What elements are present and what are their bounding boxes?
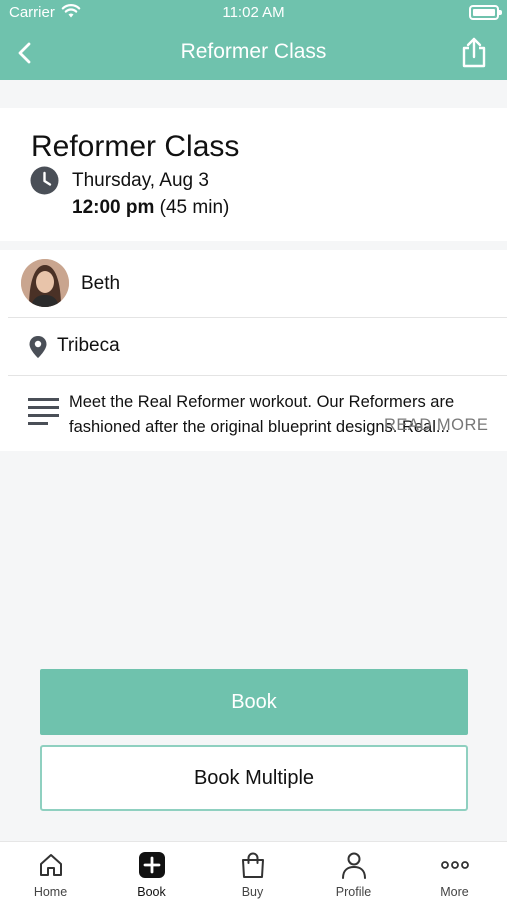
page-title: Reformer Class <box>180 40 327 63</box>
class-time: 12:00 pm (45 min) <box>72 197 229 219</box>
person-icon <box>341 852 366 879</box>
share-icon[interactable] <box>459 36 489 68</box>
nav-bar: Reformer Class <box>0 26 507 80</box>
class-details-card: Beth Tribeca Meet the Real Reformer work… <box>0 250 507 451</box>
home-icon <box>39 854 62 876</box>
location-name: Tribeca <box>57 335 120 356</box>
location-row[interactable]: Tribeca <box>8 318 507 376</box>
description-lines-icon <box>28 398 59 425</box>
tab-more[interactable]: More <box>404 842 505 900</box>
avatar <box>21 259 69 307</box>
clock-icon <box>30 166 59 195</box>
class-duration: (45 min) <box>159 197 230 218</box>
read-more-link[interactable]: READ MORE <box>384 416 488 435</box>
shopping-bag-icon <box>241 852 264 878</box>
book-button[interactable]: Book <box>40 669 468 735</box>
tab-home[interactable]: Home <box>0 842 101 900</box>
avatar-photo <box>21 259 69 307</box>
battery-icon <box>469 5 502 20</box>
tab-profile[interactable]: Profile <box>303 842 404 900</box>
tab-label-home: Home <box>33 885 68 899</box>
tab-buy[interactable]: Buy <box>202 842 303 900</box>
map-pin-icon <box>29 336 47 358</box>
tab-label-book: Book <box>137 885 166 899</box>
clock-time: 11:02 AM <box>222 4 285 21</box>
status-bar: Carrier 11:02 AM <box>0 0 507 26</box>
class-start-time: 12:00 pm <box>72 197 155 218</box>
book-multiple-button[interactable]: Book Multiple <box>40 745 468 811</box>
more-dots-icon <box>440 861 469 869</box>
class-header-card: Reformer Class Thursday, Aug 3 12:00 pm … <box>0 108 507 241</box>
class-date: Thursday, Aug 3 <box>72 170 209 191</box>
tab-book[interactable]: Book <box>101 842 202 900</box>
tab-bar: Home Book Buy Profile More <box>0 841 507 900</box>
instructor-row[interactable]: Beth <box>8 250 507 318</box>
class-title: Reformer Class <box>31 130 240 163</box>
plus-square-icon <box>138 852 165 878</box>
description-row: Meet the Real Reformer workout. Our Refo… <box>8 376 507 451</box>
instructor-name: Beth <box>81 273 121 294</box>
tab-label-profile: Profile <box>335 885 372 899</box>
tab-label-buy: Buy <box>241 885 264 899</box>
tab-label-more: More <box>440 885 469 899</box>
